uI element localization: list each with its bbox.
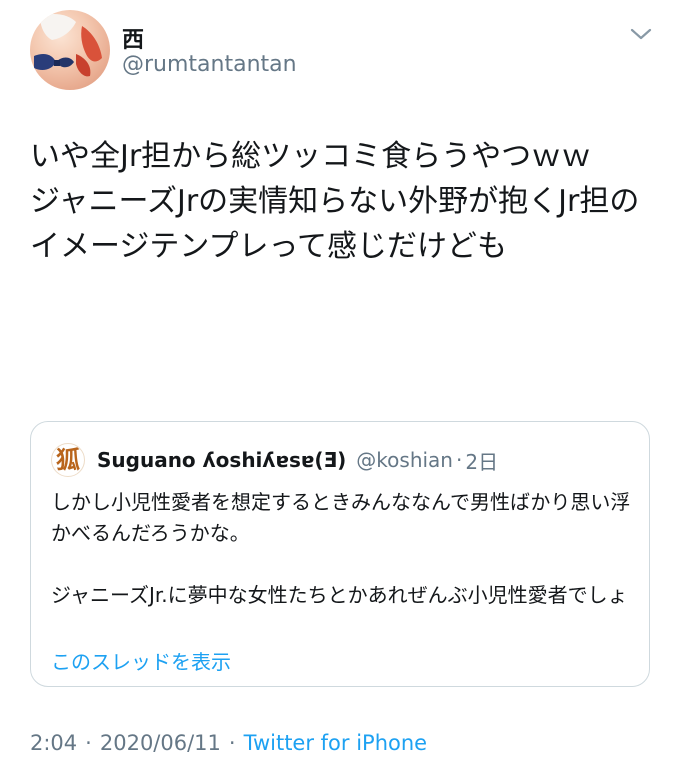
show-thread-link[interactable]: このスレッドを表示	[51, 647, 231, 678]
meta-separator: ·	[85, 731, 92, 755]
author-avatar[interactable]	[30, 10, 110, 90]
quoted-tweet-text: しかし小児性愛者を想定するときみんななんで男性ばかり思い浮かべるんだろうかな。 …	[51, 490, 631, 607]
avatar-photo	[34, 14, 102, 77]
quoted-author-display-name[interactable]: Suguano ʎoshiʎɐsɐ(Ǝ)	[97, 448, 346, 472]
quoted-header-separator: ·	[456, 448, 463, 472]
chevron-down-icon[interactable]	[626, 22, 656, 46]
author-handle[interactable]: @rumtantantan	[122, 52, 297, 77]
meta-separator: ·	[228, 731, 236, 755]
quoted-tweet-header: Suguano ʎoshiʎɐsɐ(Ǝ) @koshian · 2日	[97, 445, 498, 475]
quoted-author-avatar[interactable]: 狐	[51, 443, 85, 477]
author-display-name[interactable]: 西	[122, 22, 144, 54]
tweet-source-link[interactable]: Twitter for iPhone	[244, 731, 428, 755]
quoted-tweet-time[interactable]: 2日	[465, 446, 498, 475]
quoted-author-handle[interactable]: @koshian	[356, 448, 453, 472]
tweet-text: いや全Jr担から総ツッコミ食らうやつｗｗ ジャニーズJrの実情知らない外野が抱く…	[30, 139, 640, 264]
tweet-meta: 2:04 · 2020/06/11 · Twitter for iPhone	[30, 726, 427, 760]
tweet-date[interactable]: 2020/06/11	[100, 731, 221, 755]
tweet-time[interactable]: 2:04	[30, 731, 77, 755]
quoted-avatar-glyph: 狐	[56, 445, 80, 474]
quoted-tweet-card[interactable]: 狐 Suguano ʎoshiʎɐsɐ(Ǝ) @koshian · 2日 しかし…	[30, 421, 650, 687]
tweet-detail: 西 @rumtantantan いや全Jr担から総ツッコミ食らうやつｗｗ ジャニ…	[0, 0, 680, 769]
